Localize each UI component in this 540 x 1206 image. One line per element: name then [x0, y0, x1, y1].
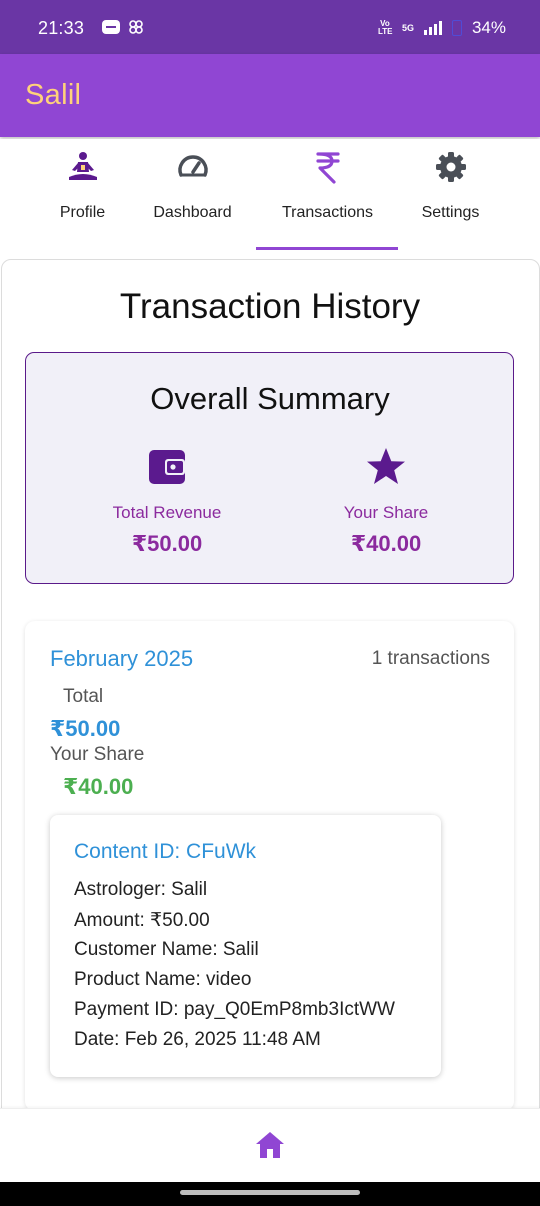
meditation-icon	[68, 152, 97, 180]
system-indicators: Vo LTE 5G 34%	[378, 18, 506, 38]
tab-profile[interactable]: Profile	[35, 139, 130, 249]
gear-icon	[435, 152, 466, 182]
home-icon	[256, 1132, 284, 1158]
home-button[interactable]	[252, 1127, 288, 1163]
your-share-summary: Your Share ₹40.00	[286, 445, 486, 557]
month-share-value: ₹40.00	[63, 774, 134, 799]
total-revenue-value: ₹50.00	[131, 531, 203, 556]
payment-id-line: Payment ID: pay_Q0EmP8mb3IctWW	[74, 999, 395, 1020]
app-title: Salil	[25, 79, 82, 111]
signal-icon	[423, 21, 442, 35]
tab-transactions[interactable]: Transactions	[270, 139, 385, 249]
wallet-icon	[149, 450, 185, 484]
tab-dashboard[interactable]: Dashboard	[145, 139, 240, 249]
tab-label-dashboard: Dashboard	[153, 204, 232, 221]
network-type: 5G	[401, 23, 414, 33]
astrologer-line: Astrologer: Salil	[74, 879, 208, 900]
gesture-handle[interactable]	[180, 1190, 360, 1195]
status-time: 21:33	[38, 18, 85, 38]
summary-title: Overall Summary	[150, 381, 390, 416]
date-line: Date: Feb 26, 2025 11:48 AM	[74, 1029, 321, 1050]
tab-settings[interactable]: Settings	[403, 139, 498, 249]
volte-indicator: Vo LTE	[377, 19, 393, 36]
battery-percent: 34%	[471, 18, 506, 37]
customer-name-line: Customer Name: Salil	[74, 939, 259, 960]
speedometer-icon	[177, 155, 208, 177]
month-share-label: Your Share	[50, 744, 145, 765]
your-share-value: ₹40.00	[350, 531, 422, 556]
month-total-value: ₹50.00	[50, 716, 121, 741]
tab-bar: Profile Dashboard Transactions Settings	[0, 139, 540, 254]
status-bar: 21:33 Vo LTE 5G 34%	[0, 0, 540, 58]
product-name-line: Product Name: video	[74, 969, 252, 990]
amount-line: Amount: ₹50.00	[74, 910, 210, 931]
rupee-icon	[315, 152, 340, 184]
content-id: Content ID: CFuWk	[74, 840, 257, 863]
month-transaction-count: 1 transactions	[371, 648, 490, 669]
your-share-label: Your Share	[343, 503, 429, 522]
active-tab-indicator	[256, 247, 398, 250]
total-revenue-summary: Total Revenue ₹50.00	[67, 445, 267, 557]
battery-icon	[451, 20, 462, 36]
tab-label-profile: Profile	[59, 204, 106, 221]
star-icon	[367, 448, 405, 484]
app-bar: Salil	[0, 54, 540, 137]
tab-label-transactions: Transactions	[282, 204, 373, 221]
app-notification-icon	[102, 20, 120, 34]
tab-label-settings: Settings	[421, 204, 480, 221]
share-notification-icon	[129, 20, 143, 34]
month-total-label: Total	[63, 686, 104, 707]
total-revenue-label: Total Revenue	[112, 503, 222, 522]
month-name: February 2025	[50, 646, 194, 671]
page-title: Transaction History	[119, 287, 421, 326]
notification-icons	[102, 19, 144, 35]
